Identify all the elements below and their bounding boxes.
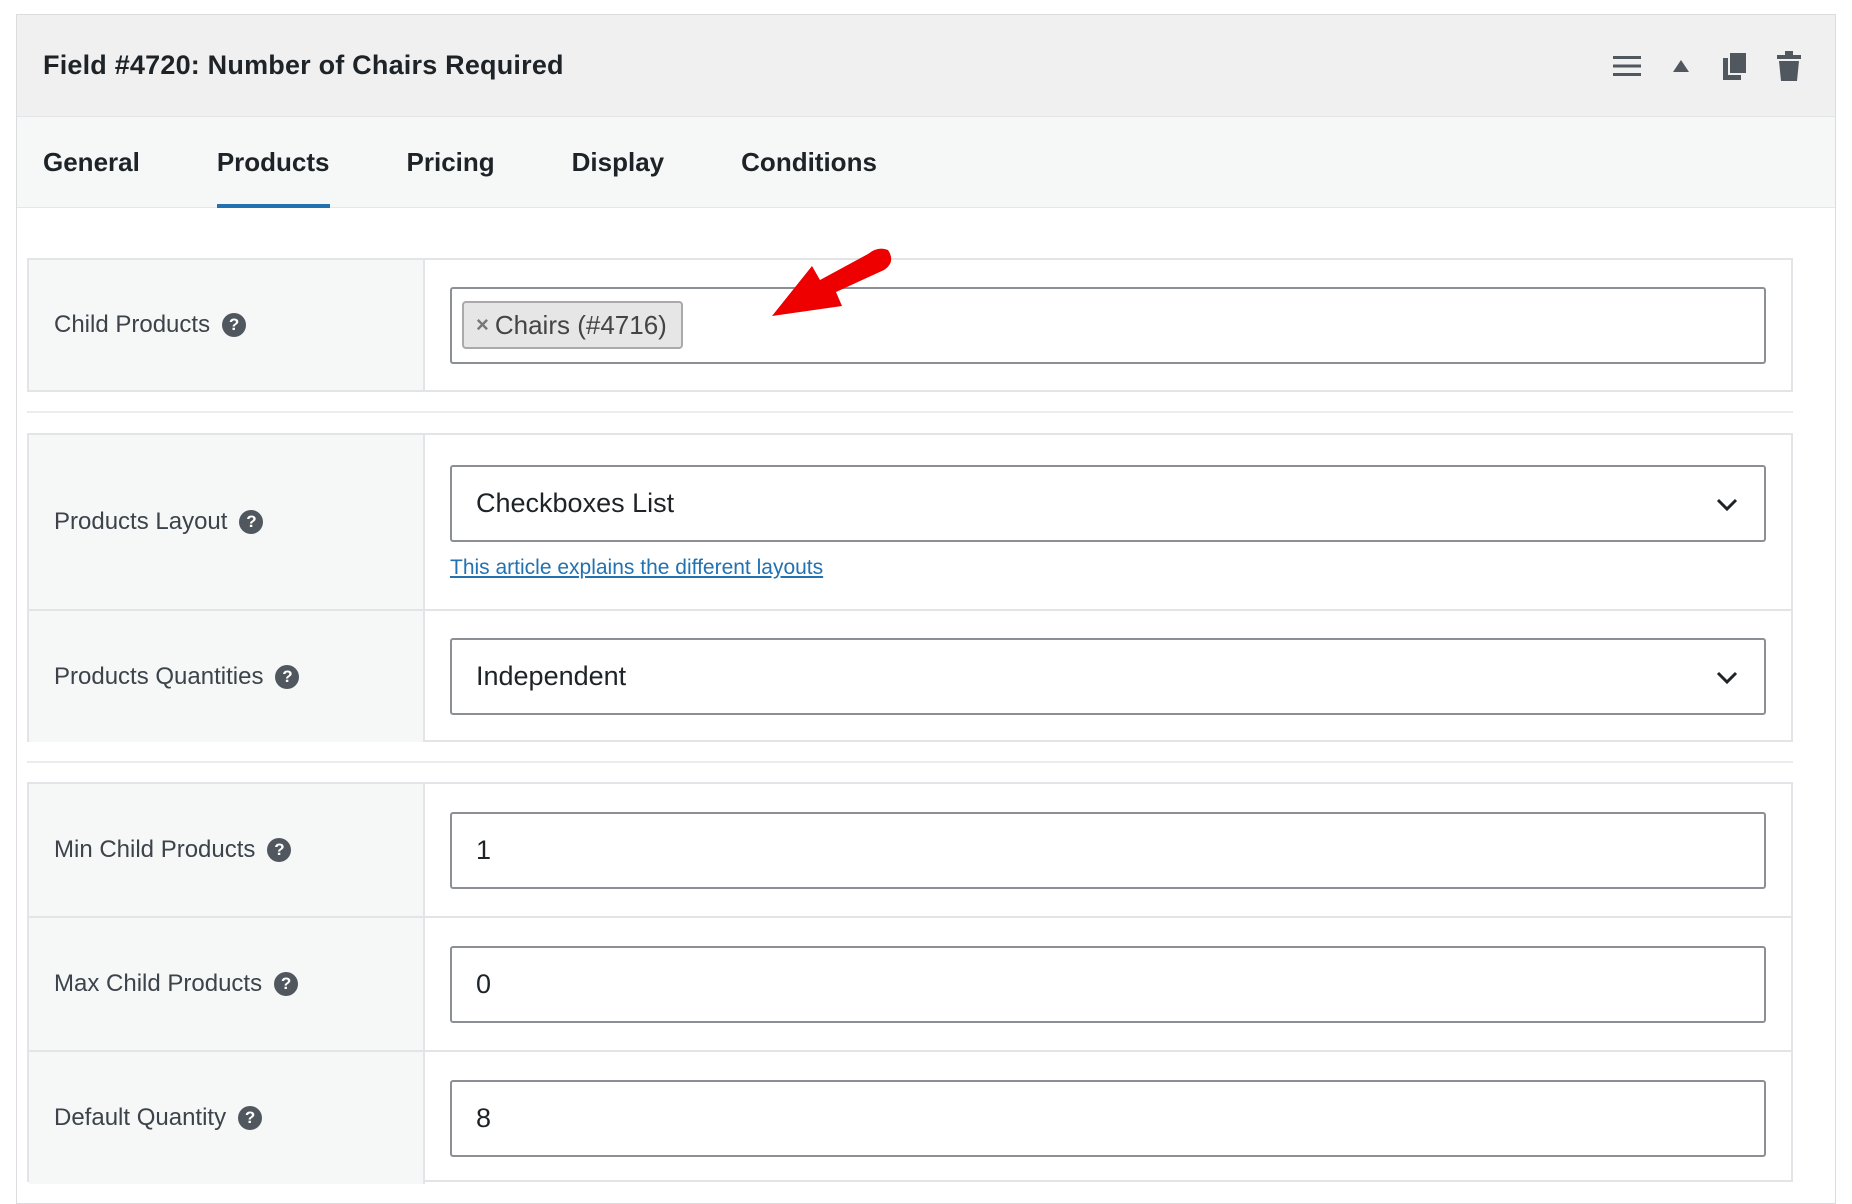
- annotation-arrow-icon: [772, 248, 892, 316]
- child-products-label: Child Products: [54, 311, 211, 338]
- min-child-label: Min Child Products: [54, 836, 256, 863]
- help-icon[interactable]: ?: [239, 510, 264, 534]
- limits-section: Min Child Products ? 1 Max Child Product…: [27, 782, 1793, 1184]
- products-quantities-control: Independent: [425, 611, 1791, 742]
- products-layout-value: Checkboxes List: [476, 487, 675, 518]
- token-label: Chairs (#4716): [494, 309, 667, 340]
- max-child-label-cell: Max Child Products ?: [29, 918, 425, 1050]
- tab-pricing[interactable]: Pricing: [407, 117, 495, 207]
- layouts-article-link[interactable]: This article explains the different layo…: [450, 556, 823, 580]
- child-products-label-cell: Child Products ?: [29, 260, 425, 390]
- chevron-down-icon: [1716, 488, 1738, 519]
- field-header: Field #4720: Number of Chairs Required: [17, 15, 1835, 117]
- max-child-input[interactable]: 0: [450, 945, 1766, 1023]
- help-icon[interactable]: ?: [238, 1106, 263, 1130]
- default-quantity-label-cell: Default Quantity ?: [29, 1052, 425, 1184]
- default-quantity-input[interactable]: 8: [450, 1079, 1766, 1157]
- products-quantities-label: Products Quantities: [54, 662, 264, 690]
- max-child-label: Max Child Products: [54, 970, 263, 997]
- help-icon[interactable]: ?: [275, 664, 300, 689]
- menu-icon[interactable]: [1611, 50, 1643, 82]
- tab-products[interactable]: Products: [216, 117, 330, 208]
- tab-conditions[interactable]: Conditions: [741, 117, 877, 207]
- min-child-row: Min Child Products ? 1: [29, 784, 1791, 918]
- header-actions: [1611, 50, 1805, 82]
- tab-general[interactable]: General: [43, 117, 140, 207]
- duplicate-icon[interactable]: [1719, 50, 1751, 82]
- child-products-select[interactable]: × Chairs (#4716): [450, 286, 1766, 364]
- token-remove-icon[interactable]: ×: [476, 312, 489, 338]
- chevron-down-icon: [1716, 661, 1738, 692]
- default-quantity-row: Default Quantity ? 8: [29, 1052, 1791, 1184]
- max-child-control: 0: [425, 918, 1791, 1050]
- products-layout-label-cell: Products Layout ?: [29, 435, 425, 609]
- products-layout-control: Checkboxes List This article explains th…: [425, 435, 1791, 609]
- products-quantities-select[interactable]: Independent: [450, 638, 1766, 715]
- products-layout-select[interactable]: Checkboxes List: [450, 464, 1766, 542]
- field-title: Field #4720: Number of Chairs Required: [43, 50, 564, 80]
- products-layout-label: Products Layout: [54, 508, 228, 535]
- collapse-up-icon[interactable]: [1665, 50, 1697, 82]
- products-layout-row: Products Layout ? Checkboxes List This a…: [29, 435, 1791, 611]
- trash-icon[interactable]: [1773, 50, 1805, 82]
- default-quantity-label: Default Quantity: [54, 1104, 227, 1131]
- tab-bar: General Products Pricing Display Conditi…: [17, 117, 1835, 208]
- products-quantities-value: Independent: [476, 661, 627, 691]
- min-child-input[interactable]: 1: [450, 811, 1766, 889]
- child-product-token: × Chairs (#4716): [462, 301, 683, 349]
- section-divider: [27, 761, 1793, 763]
- help-icon[interactable]: ?: [267, 838, 292, 862]
- help-icon[interactable]: ?: [222, 313, 247, 337]
- products-quantities-label-cell: Products Quantities ?: [29, 611, 425, 742]
- max-child-row: Max Child Products ? 0: [29, 918, 1791, 1052]
- layout-section: Products Layout ? Checkboxes List This a…: [27, 433, 1793, 742]
- help-icon[interactable]: ?: [274, 972, 299, 996]
- min-child-label-cell: Min Child Products ?: [29, 784, 425, 916]
- child-products-row: Child Products ? × Chairs (#4716): [29, 260, 1791, 390]
- child-products-control: × Chairs (#4716): [425, 260, 1791, 390]
- child-products-section: Child Products ? × Chairs (#4716): [27, 258, 1793, 392]
- products-quantities-row: Products Quantities ? Independent: [29, 611, 1791, 742]
- tab-display[interactable]: Display: [572, 117, 665, 207]
- min-child-control: 1: [425, 784, 1791, 916]
- section-divider: [27, 411, 1793, 413]
- default-quantity-control: 8: [425, 1052, 1791, 1184]
